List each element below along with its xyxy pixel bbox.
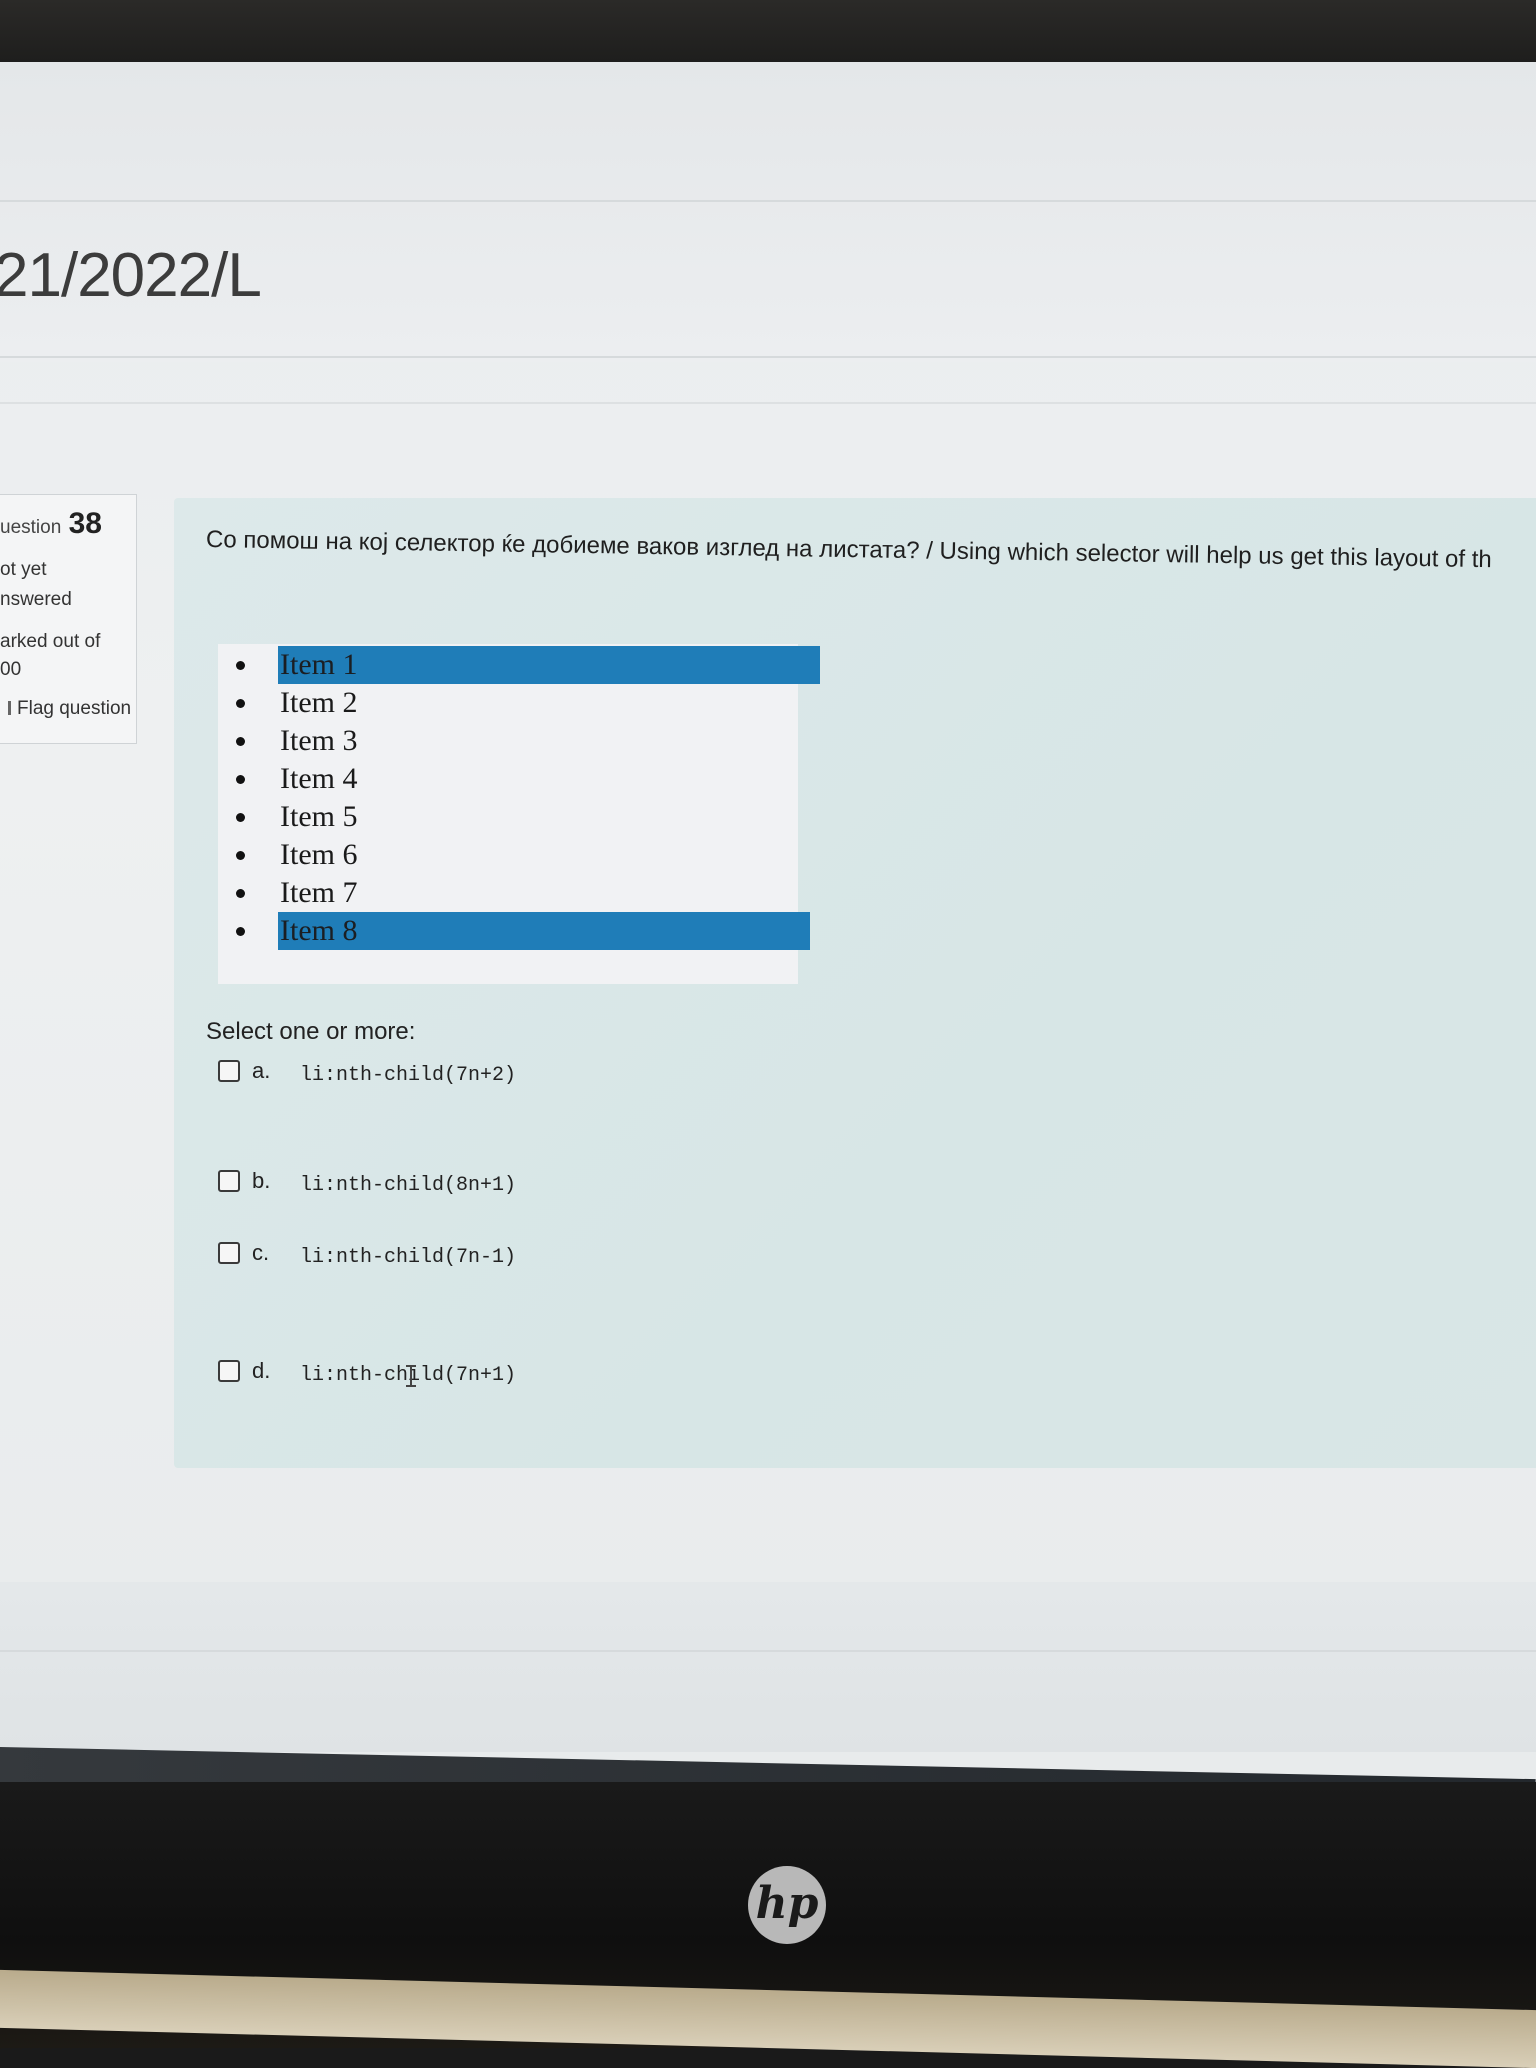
course-title: 21/2022/L — [0, 241, 262, 310]
checkbox-b[interactable] — [218, 1170, 240, 1192]
page-lower-area — [0, 1582, 1536, 1752]
option-letter: d. — [252, 1358, 271, 1383]
list-item-label: Item 2 — [280, 686, 358, 719]
list-item: Item 7 — [236, 874, 776, 912]
question-number-label: uestion — [0, 517, 62, 538]
question-marks-line1: arked out of — [0, 631, 101, 652]
answer-option-c[interactable]: c. li:nth-child(7n-1) — [218, 1240, 918, 1270]
list-item: Item 1 — [236, 646, 820, 684]
question-marks-line2: 00 — [0, 659, 22, 680]
bullet-icon — [236, 661, 245, 670]
question-content: Со помош на кој селектор ќе добиеме вако… — [174, 498, 1536, 1468]
header-divider — [0, 200, 1536, 202]
list-item-label: Item 5 — [280, 800, 358, 833]
bullet-icon — [236, 927, 245, 936]
option-code: li:nth-child(7n+1) — [300, 1364, 517, 1387]
option-code: li:nth-child(7n+2) — [300, 1064, 517, 1087]
question-number: uestion 38 — [0, 507, 102, 541]
option-code: li:nth-child(7n-1) — [300, 1246, 517, 1269]
answer-option-d[interactable]: d. li:nth-child(7n+1) — [218, 1358, 918, 1388]
flag-icon — [8, 701, 11, 715]
option-code: li:nth-child(8n+1) — [300, 1174, 517, 1197]
list-item-label: Item 1 — [278, 646, 820, 684]
page-footer-bar — [0, 1747, 1536, 1782]
list-item: Item 2 — [236, 684, 776, 722]
select-prompt: Select one or more: — [206, 1018, 416, 1045]
list-item: Item 4 — [236, 760, 776, 798]
list-item: Item 3 — [236, 722, 776, 760]
list-item-label: Item 6 — [280, 838, 358, 871]
hp-logo-icon: hp — [748, 1866, 826, 1944]
question-status-line1: ot yet — [0, 559, 47, 580]
list-item: Item 6 — [236, 836, 776, 874]
list-item: Item 8 — [236, 912, 810, 950]
bullet-icon — [236, 813, 245, 822]
footer-divider — [0, 1650, 1536, 1652]
bullet-icon — [236, 737, 245, 746]
list-item-label: Item 3 — [280, 724, 358, 757]
flag-question-label: Flag question — [17, 698, 132, 719]
question-status-line2: nswered — [0, 589, 72, 610]
option-letter: b. — [252, 1168, 271, 1193]
checkbox-a[interactable] — [218, 1060, 240, 1082]
bullet-icon — [236, 699, 245, 708]
laptop-screen: 21/2022/L uestion 38 ot yet nswered arke… — [0, 62, 1536, 1782]
answer-option-b[interactable]: b. li:nth-child(8n+1) — [218, 1168, 918, 1198]
question-text: Со помош на кој селектор ќе добиеме вако… — [205, 526, 1492, 574]
checkbox-d[interactable] — [218, 1360, 240, 1382]
list-item-label: Item 7 — [280, 876, 358, 909]
bullet-icon — [236, 889, 245, 898]
list-item-label: Item 4 — [280, 762, 358, 795]
question-number-value: 38 — [68, 507, 102, 540]
flag-question-link[interactable]: Flag question — [8, 698, 131, 720]
breadcrumb-divider — [0, 402, 1536, 404]
title-divider — [0, 356, 1536, 358]
option-letter: c. — [252, 1240, 270, 1265]
example-list: Item 1 Item 2 Item 3 Item 4 Item 5 Item … — [218, 644, 820, 984]
text-cursor-icon — [406, 1365, 416, 1387]
option-letter: a. — [252, 1058, 271, 1083]
answer-option-a[interactable]: a. li:nth-child(7n+2) — [218, 1058, 918, 1088]
bullet-icon — [236, 775, 245, 784]
page-header — [0, 62, 1536, 362]
bullet-icon — [236, 851, 245, 860]
list-item-label: Item 8 — [278, 912, 810, 950]
checkbox-c[interactable] — [218, 1242, 240, 1264]
list-item: Item 5 — [236, 798, 776, 836]
